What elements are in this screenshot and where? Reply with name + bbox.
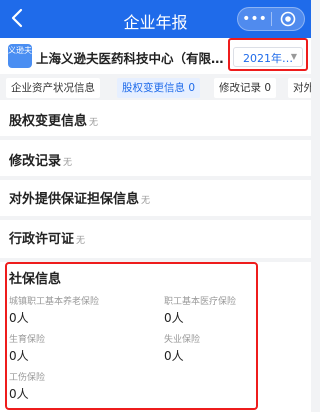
section-empty-label: 无: [76, 236, 86, 246]
section-modify-record: 修改记录无: [0, 140, 311, 176]
section-title-text: 修改记录: [9, 154, 62, 169]
section-title-text: 对外提供保证担保信息: [9, 192, 140, 207]
highlight-box-year: [228, 38, 308, 71]
tab-modify-record[interactable]: 修改记录 0: [214, 78, 277, 98]
close-button[interactable]: [272, 11, 304, 27]
highlight-box-social: [5, 262, 258, 410]
company-name: 上海义逊夫医药科技中心（有限合伙）: [36, 51, 226, 66]
section-title: 行政许可证无: [9, 228, 85, 247]
section-title-text: 股权变更信息: [9, 114, 88, 129]
more-menu-button[interactable]: •••: [238, 9, 271, 29]
section-empty-label: 无: [89, 118, 99, 128]
target-close-icon: [280, 11, 296, 27]
section-title-text: 行政许可证: [9, 232, 75, 247]
section-empty-label: 无: [141, 196, 151, 206]
tab-external[interactable]: 对外: [288, 78, 311, 98]
company-logo: 义逊夫: [8, 44, 32, 68]
section-empty-label: 无: [63, 158, 73, 168]
section-title: 股权变更信息无: [9, 110, 98, 129]
section-license: 行政许可证无: [0, 220, 311, 258]
tab-equity-change[interactable]: 股权变更信息 0: [117, 78, 201, 98]
tab-bar: 企业资产状况信息 股权变更信息 0 修改记录 0 对外: [0, 78, 311, 100]
top-nav-bar: 企业年报 •••: [0, 0, 311, 38]
mini-program-capsule: •••: [237, 7, 305, 31]
section-guarantee: 对外提供保证担保信息无: [0, 180, 311, 216]
section-title: 对外提供保证担保信息无: [9, 188, 150, 207]
tab-assets[interactable]: 企业资产状况信息: [6, 78, 100, 98]
section-title: 修改记录无: [9, 150, 72, 169]
section-equity-change: 股权变更信息无: [0, 100, 311, 136]
